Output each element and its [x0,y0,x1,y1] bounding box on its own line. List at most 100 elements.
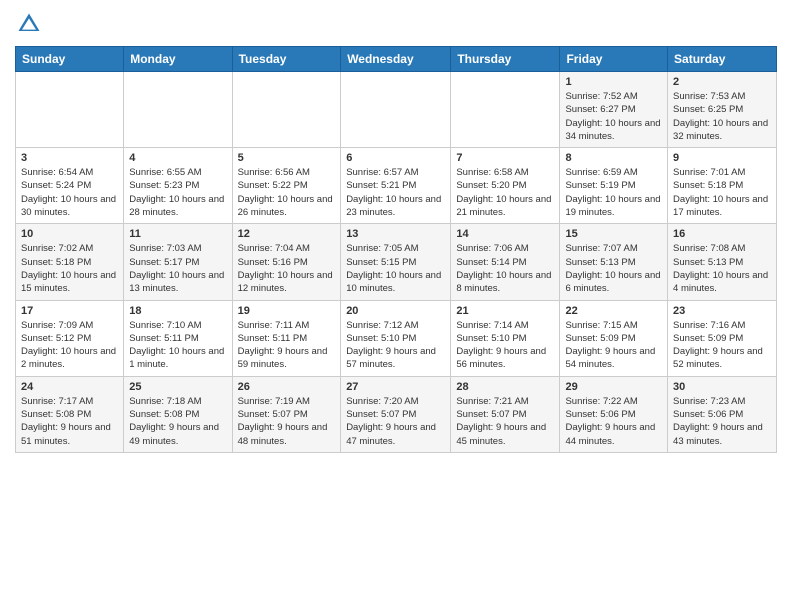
calendar-day-cell: 16 Sunrise: 7:08 AM Sunset: 5:13 PM Dayli… [668,224,777,300]
day-info: Sunrise: 7:01 AM Sunset: 5:18 PM Dayligh… [673,166,771,219]
calendar-day-cell: 15 Sunrise: 7:07 AM Sunset: 5:13 PM Dayli… [560,224,668,300]
day-number: 23 [673,305,771,317]
day-number: 29 [565,381,662,393]
day-number: 14 [456,228,554,240]
calendar-day-cell: 4 Sunrise: 6:55 AM Sunset: 5:23 PM Daylig… [124,148,232,224]
day-info: Sunrise: 6:55 AM Sunset: 5:23 PM Dayligh… [129,166,226,219]
calendar-day-cell: 27 Sunrise: 7:20 AM Sunset: 5:07 PM Dayli… [341,376,451,452]
calendar-week-row: 17 Sunrise: 7:09 AM Sunset: 5:12 PM Dayli… [16,300,777,376]
day-info: Sunrise: 7:06 AM Sunset: 5:14 PM Dayligh… [456,242,554,295]
weekday-header: Wednesday [341,47,451,72]
page-header [15,10,777,38]
day-info: Sunrise: 7:08 AM Sunset: 5:13 PM Dayligh… [673,242,771,295]
day-info: Sunrise: 6:56 AM Sunset: 5:22 PM Dayligh… [238,166,336,219]
day-number: 27 [346,381,445,393]
calendar-day-cell [16,72,124,148]
day-number: 30 [673,381,771,393]
calendar-day-cell: 3 Sunrise: 6:54 AM Sunset: 5:24 PM Daylig… [16,148,124,224]
calendar-day-cell: 29 Sunrise: 7:22 AM Sunset: 5:06 PM Dayli… [560,376,668,452]
calendar-day-cell: 5 Sunrise: 6:56 AM Sunset: 5:22 PM Daylig… [232,148,341,224]
day-info: Sunrise: 7:52 AM Sunset: 6:27 PM Dayligh… [565,90,662,143]
calendar-day-cell [124,72,232,148]
day-info: Sunrise: 7:19 AM Sunset: 5:07 PM Dayligh… [238,395,336,448]
weekday-header: Tuesday [232,47,341,72]
day-info: Sunrise: 6:59 AM Sunset: 5:19 PM Dayligh… [565,166,662,219]
day-info: Sunrise: 7:15 AM Sunset: 5:09 PM Dayligh… [565,319,662,372]
weekday-header: Friday [560,47,668,72]
day-info: Sunrise: 7:20 AM Sunset: 5:07 PM Dayligh… [346,395,445,448]
day-info: Sunrise: 7:14 AM Sunset: 5:10 PM Dayligh… [456,319,554,372]
calendar-week-row: 1 Sunrise: 7:52 AM Sunset: 6:27 PM Daylig… [16,72,777,148]
logo-icon [15,10,43,38]
day-info: Sunrise: 7:22 AM Sunset: 5:06 PM Dayligh… [565,395,662,448]
day-number: 22 [565,305,662,317]
day-info: Sunrise: 6:58 AM Sunset: 5:20 PM Dayligh… [456,166,554,219]
calendar-week-row: 10Sunrise: 7:02 AM Sunset: 5:18 PM Dayli… [16,224,777,300]
calendar-day-cell: 9 Sunrise: 7:01 AM Sunset: 5:18 PM Daylig… [668,148,777,224]
day-info: Sunrise: 7:53 AM Sunset: 6:25 PM Dayligh… [673,90,771,143]
day-number: 25 [129,381,226,393]
day-number: 9 [673,152,771,164]
calendar-day-cell: 12Sunrise: 7:04 AM Sunset: 5:16 PM Dayli… [232,224,341,300]
day-info: Sunrise: 7:11 AM Sunset: 5:11 PM Dayligh… [238,319,336,372]
day-number: 8 [565,152,662,164]
day-info: Sunrise: 7:23 AM Sunset: 5:06 PM Dayligh… [673,395,771,448]
day-info: Sunrise: 7:05 AM Sunset: 5:15 PM Dayligh… [346,242,445,295]
calendar-day-cell: 28Sunrise: 7:21 AM Sunset: 5:07 PM Dayli… [451,376,560,452]
calendar-day-cell: 10Sunrise: 7:02 AM Sunset: 5:18 PM Dayli… [16,224,124,300]
day-number: 10 [21,228,118,240]
calendar-day-cell: 20Sunrise: 7:12 AM Sunset: 5:10 PM Dayli… [341,300,451,376]
day-info: Sunrise: 6:57 AM Sunset: 5:21 PM Dayligh… [346,166,445,219]
weekday-header: Saturday [668,47,777,72]
day-info: Sunrise: 7:18 AM Sunset: 5:08 PM Dayligh… [129,395,226,448]
calendar-day-cell: 25 Sunrise: 7:18 AM Sunset: 5:08 PM Dayli… [124,376,232,452]
calendar-day-cell [451,72,560,148]
calendar-day-cell: 7 Sunrise: 6:58 AM Sunset: 5:20 PM Daylig… [451,148,560,224]
day-number: 6 [346,152,445,164]
calendar-day-cell [232,72,341,148]
calendar-day-cell: 14 Sunrise: 7:06 AM Sunset: 5:14 PM Dayli… [451,224,560,300]
day-number: 5 [238,152,336,164]
day-number: 24 [21,381,118,393]
day-info: Sunrise: 6:54 AM Sunset: 5:24 PM Dayligh… [21,166,118,219]
calendar-week-row: 3 Sunrise: 6:54 AM Sunset: 5:24 PM Daylig… [16,148,777,224]
day-number: 20 [346,305,445,317]
calendar-day-cell: 1 Sunrise: 7:52 AM Sunset: 6:27 PM Daylig… [560,72,668,148]
day-number: 3 [21,152,118,164]
weekday-header: Thursday [451,47,560,72]
day-info: Sunrise: 7:07 AM Sunset: 5:13 PM Dayligh… [565,242,662,295]
calendar-table: SundayMondayTuesdayWednesdayThursdayFrid… [15,46,777,453]
day-number: 13 [346,228,445,240]
logo [15,10,47,38]
day-info: Sunrise: 7:17 AM Sunset: 5:08 PM Dayligh… [21,395,118,448]
calendar-day-cell: 26Sunrise: 7:19 AM Sunset: 5:07 PM Dayli… [232,376,341,452]
day-number: 16 [673,228,771,240]
calendar-day-cell: 2Sunrise: 7:53 AM Sunset: 6:25 PM Daylig… [668,72,777,148]
day-info: Sunrise: 7:04 AM Sunset: 5:16 PM Dayligh… [238,242,336,295]
day-info: Sunrise: 7:21 AM Sunset: 5:07 PM Dayligh… [456,395,554,448]
calendar-day-cell: 13 Sunrise: 7:05 AM Sunset: 5:15 PM Dayli… [341,224,451,300]
calendar-day-cell: 19 Sunrise: 7:11 AM Sunset: 5:11 PM Dayli… [232,300,341,376]
calendar-week-row: 24 Sunrise: 7:17 AM Sunset: 5:08 PM Dayli… [16,376,777,452]
weekday-header: Sunday [16,47,124,72]
calendar-day-cell: 6 Sunrise: 6:57 AM Sunset: 5:21 PM Daylig… [341,148,451,224]
day-number: 4 [129,152,226,164]
calendar-day-cell [341,72,451,148]
weekday-header-row: SundayMondayTuesdayWednesdayThursdayFrid… [16,47,777,72]
day-number: 15 [565,228,662,240]
day-info: Sunrise: 7:03 AM Sunset: 5:17 PM Dayligh… [129,242,226,295]
day-info: Sunrise: 7:09 AM Sunset: 5:12 PM Dayligh… [21,319,118,372]
calendar-day-cell: 21Sunrise: 7:14 AM Sunset: 5:10 PM Dayli… [451,300,560,376]
day-number: 19 [238,305,336,317]
calendar-day-cell: 18Sunrise: 7:10 AM Sunset: 5:11 PM Dayli… [124,300,232,376]
calendar-day-cell: 23 Sunrise: 7:16 AM Sunset: 5:09 PM Dayli… [668,300,777,376]
day-number: 18 [129,305,226,317]
day-number: 11 [129,228,226,240]
day-number: 7 [456,152,554,164]
day-number: 1 [565,76,662,88]
calendar-day-cell: 30 Sunrise: 7:23 AM Sunset: 5:06 PM Dayli… [668,376,777,452]
day-number: 17 [21,305,118,317]
day-info: Sunrise: 7:16 AM Sunset: 5:09 PM Dayligh… [673,319,771,372]
calendar-day-cell: 11 Sunrise: 7:03 AM Sunset: 5:17 PM Dayli… [124,224,232,300]
calendar-day-cell: 24 Sunrise: 7:17 AM Sunset: 5:08 PM Dayli… [16,376,124,452]
